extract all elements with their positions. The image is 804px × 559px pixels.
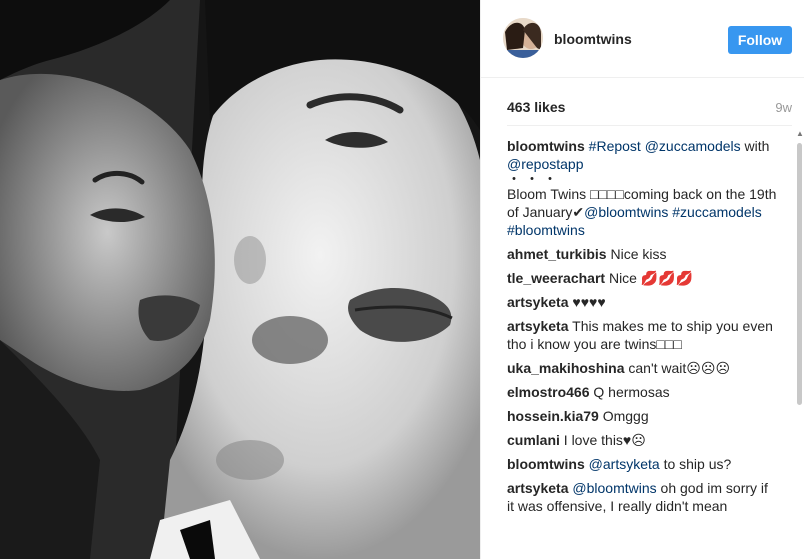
mention-link[interactable]: @zuccamodels [645, 138, 741, 154]
comment-text: I love this♥☹ [563, 432, 646, 448]
comment-username[interactable]: tle_weerachart [507, 270, 605, 286]
caption-text: with [744, 138, 770, 154]
avatar-image [503, 18, 543, 58]
comments-list: bloomtwins #Repost @zuccamodels with @re… [507, 137, 777, 559]
mention-link[interactable]: @repostapp [507, 156, 583, 172]
comment-item: artsyketa This makes me to ship you even… [507, 317, 777, 353]
mention-link[interactable]: @artsyketa [589, 456, 660, 472]
mention-link[interactable]: @bloomtwins [572, 480, 656, 496]
follow-button[interactable]: Follow [728, 26, 792, 54]
post-header: bloomtwins Follow [481, 0, 804, 78]
comment-text: ♥♥♥♥ [572, 294, 606, 310]
comment-text: Omggg [602, 408, 649, 424]
instagram-post-modal: bloomtwins Follow 463 likes 9w bloomtwin… [0, 0, 804, 559]
post-age[interactable]: 9w [775, 100, 792, 115]
caption-username[interactable]: bloomtwins [507, 138, 585, 154]
comment-item: tle_weerachart Nice 💋💋💋 [507, 269, 777, 287]
caption: bloomtwins #Repost @zuccamodels with @re… [507, 137, 777, 239]
comment-item: artsyketa @bloomtwins oh god im sorry if… [507, 479, 777, 515]
comment-username[interactable]: cumlani [507, 432, 560, 448]
scroll-up-arrow-icon[interactable]: ▲ [796, 130, 804, 138]
comment-item: hossein.kia79 Omggg [507, 407, 777, 425]
mention-link[interactable]: @bloomtwins [584, 204, 668, 220]
comment-text: Nice kiss [610, 246, 667, 262]
caption-dots: ・・・ [507, 171, 561, 187]
comment-username[interactable]: bloomtwins [507, 456, 585, 472]
comment-item: artsyketa ♥♥♥♥ [507, 293, 777, 311]
comment-item: uka_makihoshina can't wait☹☹☹ [507, 359, 777, 377]
hashtag-link[interactable]: #bloomtwins [507, 222, 585, 238]
comment-text: can't wait☹☹☹ [628, 360, 731, 376]
comment-username[interactable]: ahmet_turkibis [507, 246, 607, 262]
post-photo[interactable] [0, 0, 480, 559]
comment-username[interactable]: artsyketa [507, 480, 569, 496]
post-sidebar: bloomtwins Follow 463 likes 9w bloomtwin… [480, 0, 804, 559]
post-photo-drawing [0, 0, 480, 559]
comment-text: Nice 💋💋💋 [608, 270, 694, 286]
comment-item: elmostro466 Q hermosas [507, 383, 777, 401]
comment-item: ahmet_turkibis Nice kiss [507, 245, 777, 263]
comment-item: cumlani I love this♥☹ [507, 431, 777, 449]
comment-text: to ship us? [663, 456, 732, 472]
comment-username[interactable]: elmostro466 [507, 384, 589, 400]
scrollbar-thumb[interactable] [797, 143, 802, 405]
post-username[interactable]: bloomtwins [554, 31, 632, 47]
divider [507, 125, 792, 126]
hashtag-link[interactable]: #Repost [589, 138, 641, 154]
comment-username[interactable]: uka_makihoshina [507, 360, 625, 376]
user-avatar[interactable] [503, 18, 543, 58]
comments-scrollbar[interactable]: ▲ [796, 130, 804, 559]
comment-username[interactable]: artsyketa [507, 294, 569, 310]
comment-username[interactable]: hossein.kia79 [507, 408, 599, 424]
hashtag-link[interactable]: #zuccamodels [672, 204, 762, 220]
comment-item: bloomtwins @artsyketa to ship us? [507, 455, 777, 473]
comment-username[interactable]: artsyketa [507, 318, 569, 334]
comment-text: Q hermosas [593, 384, 670, 400]
likes-count[interactable]: 463 likes [507, 99, 565, 115]
